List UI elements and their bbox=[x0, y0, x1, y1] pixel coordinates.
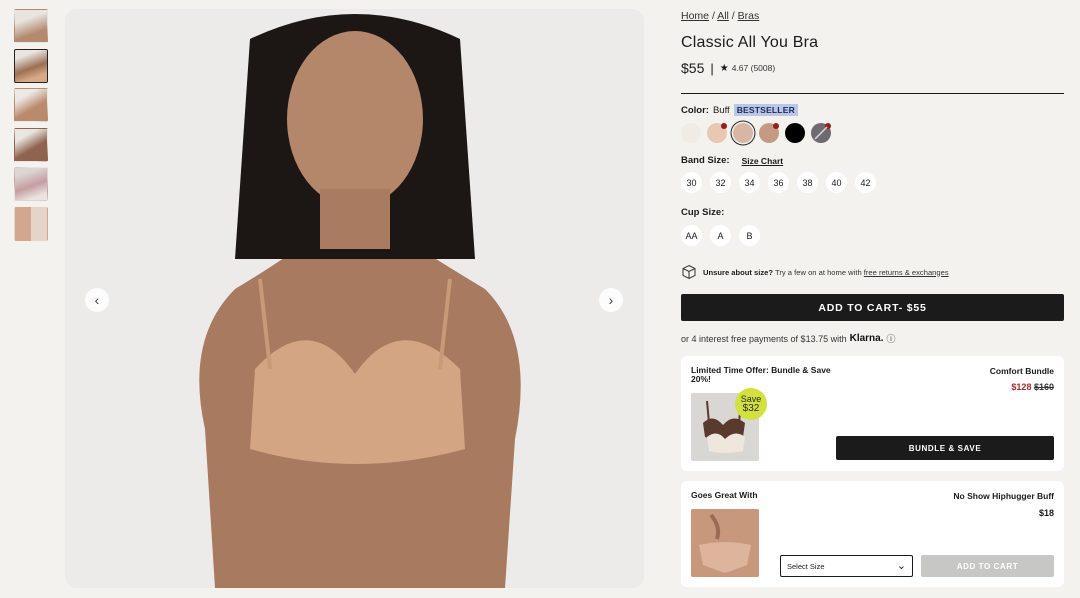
bundle-offer-card: Limited Time Offer: Bundle & Save 20%! C… bbox=[681, 356, 1064, 471]
size-help-body: Try a few on at home with bbox=[773, 267, 864, 277]
band-size-38[interactable]: 38 bbox=[797, 172, 818, 193]
size-help: Unsure about size? Try a few on at home … bbox=[681, 264, 949, 280]
low-stock-dot-icon bbox=[773, 123, 779, 129]
breadcrumb-separator: / bbox=[731, 10, 735, 22]
band-size-label: Band Size: bbox=[681, 155, 730, 166]
klarna-note: or 4 interest free payments of $13.75 wi… bbox=[681, 332, 896, 345]
band-size-40[interactable]: 40 bbox=[826, 172, 847, 193]
size-chart-link[interactable]: Size Chart bbox=[742, 156, 784, 166]
thumbnail-4[interactable] bbox=[14, 127, 48, 162]
band-size-options: 30 32 34 36 38 40 42 bbox=[681, 172, 876, 193]
thumbnail-6[interactable] bbox=[14, 206, 48, 241]
prev-image-button[interactable]: ‹ bbox=[85, 288, 109, 312]
cup-size-options: AA A B bbox=[681, 225, 760, 246]
size-help-text: Unsure about size? Try a few on at home … bbox=[703, 268, 949, 277]
breadcrumb-all[interactable]: All bbox=[717, 10, 729, 22]
color-swatches bbox=[681, 123, 831, 143]
chevron-left-icon: ‹ bbox=[94, 292, 100, 308]
breadcrumb-bras[interactable]: Bras bbox=[738, 10, 760, 22]
swatch-2[interactable] bbox=[707, 123, 727, 143]
breadcrumb: Home / All / Bras bbox=[681, 10, 759, 22]
product-hero-image bbox=[65, 9, 644, 588]
model-illustration bbox=[65, 9, 644, 588]
color-label: Color: bbox=[681, 104, 709, 116]
swatch-5[interactable] bbox=[785, 123, 805, 143]
band-size-36[interactable]: 36 bbox=[768, 172, 789, 193]
bundle-name: Comfort Bundle bbox=[989, 366, 1054, 376]
bundle-original-price: $160 bbox=[1033, 382, 1054, 392]
next-image-button[interactable]: › bbox=[599, 288, 623, 312]
thumbnail-5[interactable] bbox=[14, 167, 48, 201]
select-size-dropdown[interactable]: Select Size ⌄ bbox=[780, 555, 913, 577]
chevron-right-icon: › bbox=[608, 292, 614, 308]
cup-size-a[interactable]: A bbox=[710, 225, 731, 246]
band-size-42[interactable]: 42 bbox=[855, 172, 876, 193]
goes-great-with-title: Goes Great With bbox=[691, 490, 758, 500]
cup-size-aa[interactable]: AA bbox=[681, 225, 702, 246]
underwear-illustration bbox=[691, 509, 759, 577]
bundle-sale-price: $128 bbox=[1011, 382, 1032, 392]
free-returns-link[interactable]: free returns & exchanges bbox=[864, 268, 949, 277]
divider bbox=[681, 93, 1064, 94]
goes-great-with-card: Goes Great With No Show Hiphugger Buff $… bbox=[681, 481, 1064, 587]
select-size-value: Select Size bbox=[787, 561, 825, 571]
product-title: Classic All You Bra bbox=[681, 34, 819, 51]
klarna-text: or 4 interest free payments of $13.75 wi… bbox=[681, 333, 847, 344]
thumbnail-2-selected[interactable] bbox=[14, 48, 48, 83]
size-help-bold: Unsure about size? bbox=[703, 267, 774, 277]
bundle-price: $128 $160 bbox=[1011, 382, 1054, 392]
thumbnail-1[interactable] bbox=[14, 9, 48, 43]
low-stock-dot-icon bbox=[721, 123, 727, 129]
swatch-1[interactable] bbox=[681, 123, 701, 143]
price-separator: | bbox=[710, 60, 714, 76]
price-row: $55 | ★ 4.67 (5008) bbox=[681, 60, 775, 76]
thumbnail-list bbox=[14, 9, 48, 246]
band-size-30[interactable]: 30 bbox=[681, 172, 702, 193]
star-icon: ★ bbox=[719, 62, 729, 74]
swatch-buff-selected[interactable] bbox=[733, 123, 753, 143]
color-value: Buff bbox=[712, 104, 730, 116]
paired-product-name: No Show Hiphugger Buff bbox=[953, 491, 1054, 501]
band-size-32[interactable]: 32 bbox=[710, 172, 731, 193]
paired-product-price: $18 bbox=[1038, 508, 1054, 518]
color-row: Color: Buff BESTSELLER bbox=[681, 104, 798, 116]
product-rating[interactable]: 4.67 (5008) bbox=[732, 63, 775, 73]
paired-product-image bbox=[691, 509, 759, 577]
swatch-4[interactable] bbox=[759, 123, 779, 143]
breadcrumb-separator: / bbox=[711, 10, 715, 22]
paired-add-to-cart-button[interactable]: ADD TO CART bbox=[921, 555, 1054, 577]
band-size-34[interactable]: 34 bbox=[739, 172, 760, 193]
band-size-header: Band Size: Size Chart bbox=[681, 155, 783, 166]
product-price: $55 bbox=[681, 60, 705, 76]
cup-size-label: Cup Size: bbox=[681, 207, 725, 218]
bestseller-badge: BESTSELLER bbox=[733, 104, 798, 116]
save-amount: $32 bbox=[742, 402, 760, 414]
klarna-logo: Klarna. bbox=[849, 333, 884, 344]
save-badge: Save $32 bbox=[735, 388, 767, 420]
package-icon bbox=[682, 264, 696, 280]
cup-size-b[interactable]: B bbox=[739, 225, 760, 246]
bundle-and-save-button[interactable]: BUNDLE & SAVE bbox=[836, 436, 1054, 460]
breadcrumb-home[interactable]: Home bbox=[681, 10, 709, 22]
add-to-cart-button[interactable]: ADD TO CART- $55 bbox=[681, 294, 1064, 321]
info-icon[interactable]: ⓘ bbox=[887, 332, 896, 345]
bundle-offer-title: Limited Time Offer: Bundle & Save 20%! bbox=[691, 365, 831, 384]
swatch-6[interactable] bbox=[811, 123, 831, 143]
unavailable-slash-icon bbox=[814, 126, 828, 140]
thumbnail-3[interactable] bbox=[14, 88, 48, 122]
